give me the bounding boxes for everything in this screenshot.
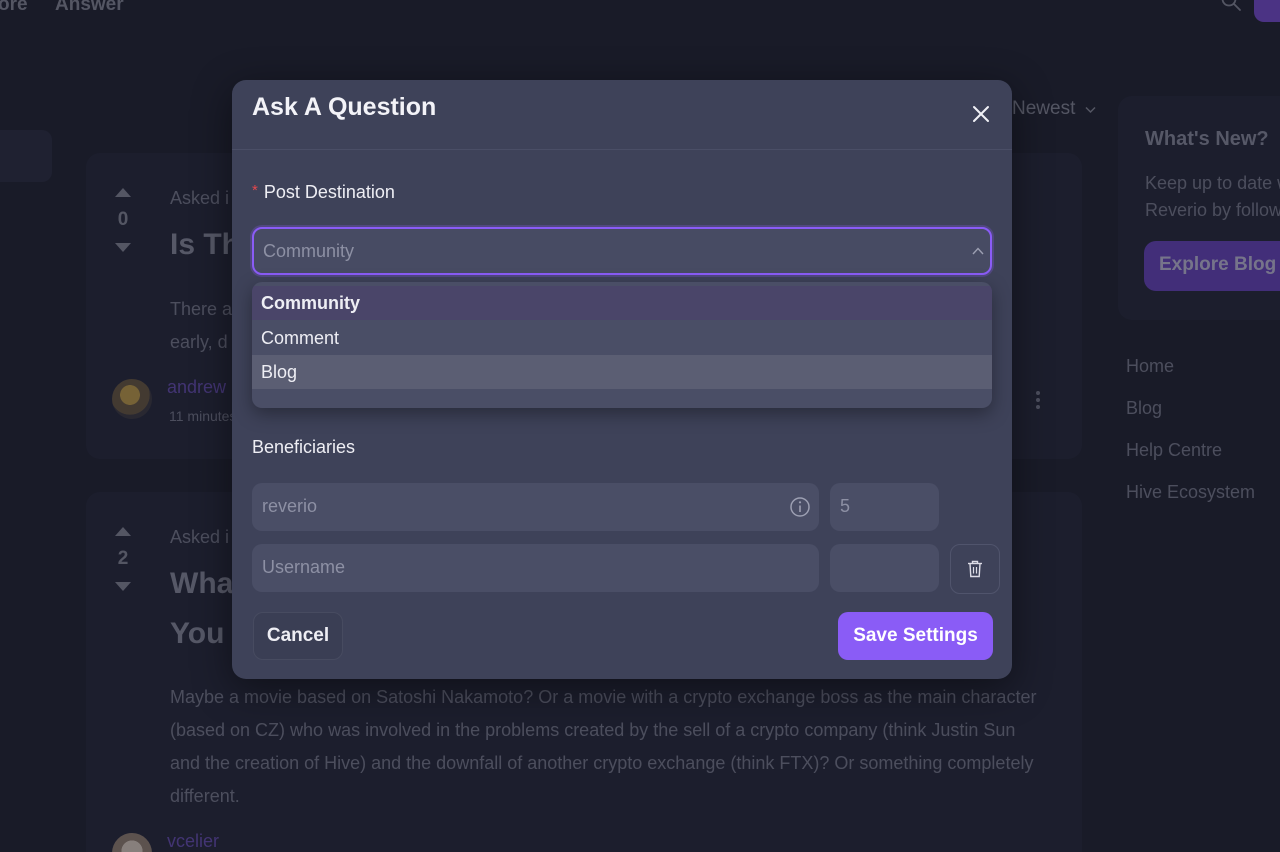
beneficiary-username-placeholder: Username [262,557,346,577]
chevron-up-icon [972,247,984,255]
option-comment[interactable]: Comment [252,321,992,355]
beneficiary-username-input[interactable]: Username [252,544,819,592]
option-community[interactable]: Community [252,286,992,320]
beneficiaries-label: Beneficiaries [252,437,356,457]
info-icon[interactable] [789,496,811,518]
cancel-button[interactable]: Cancel [253,612,343,660]
post-destination-label-text: Post Destination [263,182,395,202]
beneficiary-username-placeholder: reverio [262,496,318,516]
option-blog[interactable]: Blog [252,355,992,389]
beneficiary-username-input[interactable]: reverio [252,483,819,531]
modal-title: Ask A Question [252,93,437,121]
modal-header: Ask A Question [232,80,1012,150]
close-icon[interactable] [972,105,990,123]
post-destination-select[interactable]: Community [252,227,992,275]
beneficiary-weight-placeholder: 5 [840,496,851,516]
post-destination-dropdown: Community Comment Blog [252,282,992,408]
post-destination-value: Community [263,241,355,261]
trash-icon [968,560,982,578]
remove-beneficiary-button[interactable] [950,544,1000,594]
required-mark: * [252,182,258,199]
beneficiary-weight-input[interactable]: 5 [830,483,939,531]
save-settings-button[interactable]: Save Settings [838,612,993,660]
ask-question-modal: Ask A Question * Post Destination Communi… [232,80,1012,679]
beneficiary-weight-input[interactable] [830,544,939,592]
post-destination-label: * Post Destination [252,182,395,203]
